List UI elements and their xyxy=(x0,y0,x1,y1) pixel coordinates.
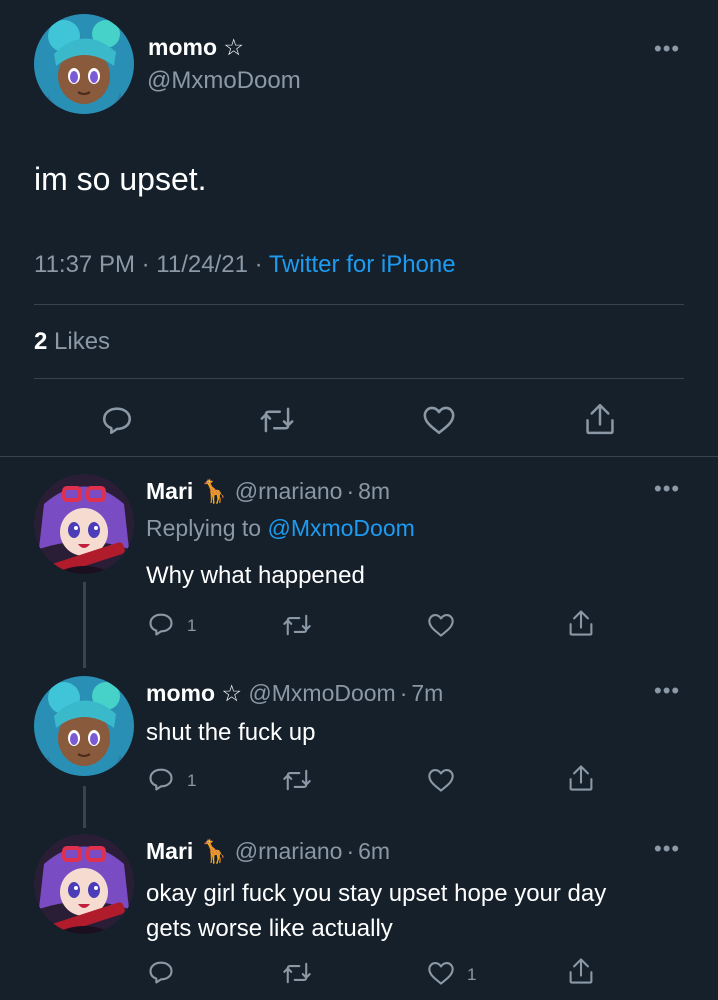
likes-count: 2 xyxy=(34,328,48,355)
reply-text: shut the fuck up xyxy=(146,719,316,746)
author-handle[interactable]: @MxmoDoom xyxy=(147,67,301,95)
share-icon[interactable] xyxy=(566,763,596,793)
reply-icon[interactable] xyxy=(146,958,176,986)
more-icon[interactable]: ••• xyxy=(654,680,680,702)
giraffe-icon: 🦒 xyxy=(199,838,229,864)
thread-line xyxy=(83,582,86,668)
avatar-mari[interactable] xyxy=(34,834,134,934)
likes-label: Likes xyxy=(54,328,111,355)
share-icon[interactable] xyxy=(583,401,617,437)
like-count: 1 xyxy=(467,965,477,984)
meta-separator: · xyxy=(346,478,355,504)
heart-icon[interactable] xyxy=(421,403,457,437)
reply-header: momo ☆ @MxmoDoom · 7m xyxy=(146,680,443,707)
reply-count: 1 xyxy=(187,616,197,635)
meta-separator: · xyxy=(254,251,263,278)
reply-count: 1 xyxy=(187,771,197,790)
replying-to-link[interactable]: @MxmoDoom xyxy=(267,515,414,541)
meta-separator: · xyxy=(346,838,355,864)
more-icon[interactable]: ••• xyxy=(654,478,680,500)
reply-icon[interactable] xyxy=(146,610,176,638)
meta-separator: · xyxy=(399,680,408,706)
share-icon[interactable] xyxy=(566,608,596,638)
author-name[interactable]: Mari xyxy=(146,478,193,504)
tweet-text: im so upset. xyxy=(34,161,207,197)
author-handle[interactable]: @rnariano xyxy=(235,478,343,504)
author-handle[interactable]: @MxmoDoom xyxy=(248,680,395,706)
star-badge-icon: ☆ xyxy=(221,680,243,706)
avatar-momo[interactable] xyxy=(34,14,134,114)
reply-time[interactable]: 8m xyxy=(358,478,390,504)
giraffe-icon: 🦒 xyxy=(199,478,229,504)
avatar-mari[interactable] xyxy=(34,474,134,574)
avatar-momo[interactable] xyxy=(34,676,134,776)
tweet-time: 11:37 PM xyxy=(34,251,135,278)
author-name[interactable]: momo ☆ xyxy=(148,34,244,61)
share-icon[interactable] xyxy=(566,956,596,986)
tweet-date: 11/24/21 xyxy=(156,251,248,278)
reply-text-line: gets worse like actually xyxy=(146,915,393,942)
retweet-icon[interactable] xyxy=(282,959,312,987)
reply-text: Why what happened xyxy=(146,562,365,589)
reply-header: Mari 🦒 @rnariano · 8m xyxy=(146,478,390,505)
more-icon[interactable]: ••• xyxy=(654,838,680,860)
author-name[interactable]: Mari xyxy=(146,838,193,864)
star-badge-icon: ☆ xyxy=(223,34,245,60)
author-name[interactable]: momo xyxy=(146,680,215,706)
retweet-icon[interactable] xyxy=(282,611,312,639)
heart-icon[interactable] xyxy=(426,959,456,987)
replying-to: Replying to @MxmoDoom xyxy=(146,515,415,541)
reply-icon[interactable] xyxy=(100,403,134,437)
divider xyxy=(34,304,684,305)
tweet-source-link[interactable]: Twitter for iPhone xyxy=(269,251,456,278)
more-icon[interactable]: ••• xyxy=(654,38,680,60)
reply-text-line: okay girl fuck you stay upset hope your … xyxy=(146,880,607,907)
divider xyxy=(0,456,718,457)
reply-header: Mari 🦒 @rnariano · 6m xyxy=(146,838,390,865)
tweet-meta: 11:37 PM · 11/24/21 · Twitter for iPhone xyxy=(34,251,456,279)
reply-icon[interactable] xyxy=(146,765,176,793)
retweet-icon[interactable] xyxy=(259,403,295,437)
heart-icon[interactable] xyxy=(426,766,456,794)
reply-time[interactable]: 6m xyxy=(358,838,390,864)
retweet-icon[interactable] xyxy=(282,766,312,794)
author-handle[interactable]: @rnariano xyxy=(235,838,343,864)
meta-separator: · xyxy=(141,251,150,278)
divider xyxy=(34,378,684,379)
reply-text: okay girl fuck you stay upset hope your … xyxy=(146,876,606,946)
likes-summary[interactable]: 2 Likes xyxy=(34,328,110,356)
thread-line xyxy=(83,786,86,828)
reply-time[interactable]: 7m xyxy=(411,680,443,706)
heart-icon[interactable] xyxy=(426,611,456,639)
